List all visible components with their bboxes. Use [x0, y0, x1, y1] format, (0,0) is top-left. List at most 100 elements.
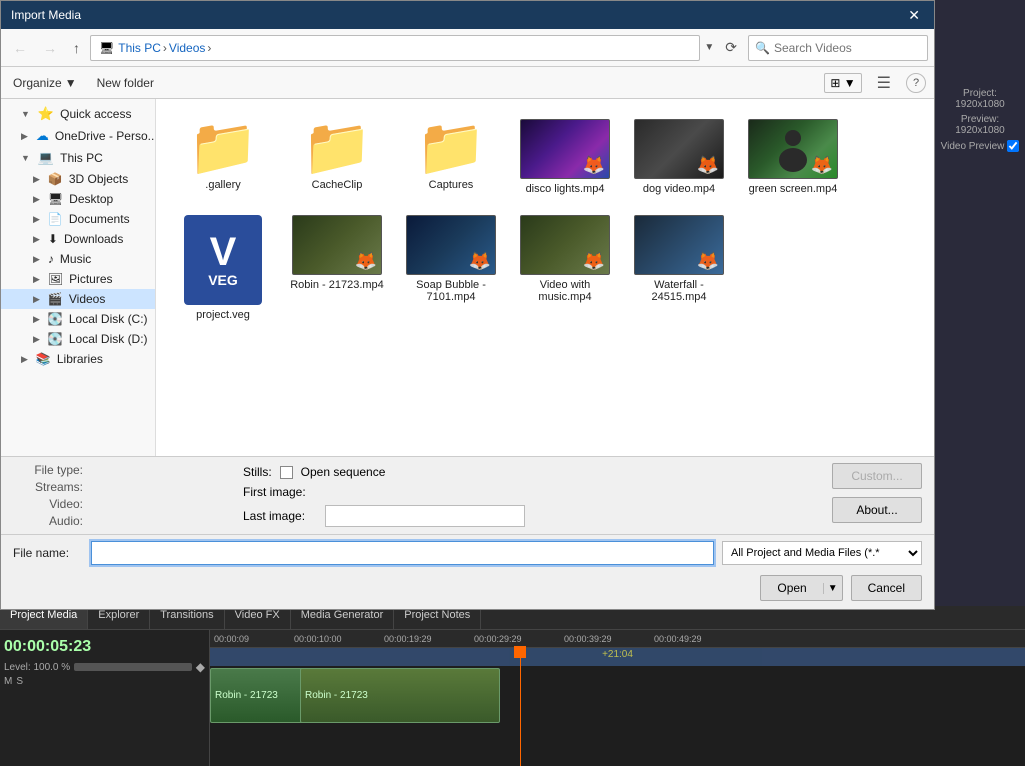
video-thumb: 🦊 — [520, 119, 610, 179]
sidebar-item-this-pc[interactable]: ▼ 💻 This PC — [1, 147, 155, 169]
sidebar-item-music[interactable]: ▶ ♪ Music — [1, 249, 155, 269]
sidebar-item-label: Desktop — [69, 192, 113, 206]
dialog-titlebar: Import Media ✕ — [1, 1, 934, 29]
file-item-gallery[interactable]: 📁 .gallery — [168, 111, 278, 203]
clip-label-1: Robin - 21723 — [211, 688, 282, 703]
quick-access-icon: ⭐ — [38, 106, 54, 122]
sidebar-item-3d-objects[interactable]: ▶ 📦 3D Objects — [1, 169, 155, 189]
sidebar-item-label: Quick access — [60, 107, 131, 121]
this-pc-icon: 💻 — [38, 150, 54, 166]
search-box[interactable]: 🔍 — [748, 35, 928, 61]
view-controls: ⊞ ▼ — [824, 73, 861, 93]
vlc-cone: 🦊 — [811, 155, 833, 176]
open-sequence-label: Open sequence — [301, 465, 386, 479]
path-this-pc: This PC — [118, 41, 161, 55]
file-item-robin[interactable]: 🦊 Robin - 21723.mp4 — [282, 207, 392, 329]
sidebar-item-label: Videos — [69, 292, 105, 306]
file-item-soap[interactable]: 🦊 Soap Bubble - 7101.mp4 — [396, 207, 506, 329]
sidebar-item-label: Local Disk (D:) — [69, 332, 148, 346]
disco-thumbnail: 🦊 — [520, 119, 610, 179]
open-dropdown-arrow[interactable]: ▼ — [823, 583, 842, 594]
file-item-captures[interactable]: 📁 Captures — [396, 111, 506, 203]
details-pane-button[interactable]: ☰ — [872, 71, 896, 95]
stills-checkbox[interactable] — [280, 466, 293, 479]
sidebar-item-libraries[interactable]: ▶ 📚 Libraries — [1, 349, 155, 369]
track-clip-2[interactable]: Robin - 21723 — [300, 668, 500, 723]
sidebar-item-label: Libraries — [57, 352, 103, 366]
back-button[interactable]: ← — [7, 37, 33, 59]
video-preview-label: Video Preview — [941, 141, 1005, 152]
file-item-project[interactable]: V VEG project.veg — [168, 207, 278, 329]
file-item-cacheclip[interactable]: 📁 CacheClip — [282, 111, 392, 203]
organize-button[interactable]: Organize ▼ — [9, 74, 81, 92]
file-label: disco lights.mp4 — [526, 183, 605, 195]
refresh-button[interactable]: ⟳ — [718, 36, 744, 59]
clip-label-2: Robin - 21723 — [301, 688, 372, 703]
sidebar-item-label: Pictures — [69, 272, 112, 286]
sidebar-item-desktop[interactable]: ▶ 🖥 Desktop — [1, 189, 155, 209]
video-thumb: 🦊 — [634, 215, 724, 275]
about-button[interactable]: About... — [832, 497, 922, 523]
close-button[interactable]: ✕ — [904, 7, 924, 24]
sidebar-item-local-c[interactable]: ▶ 💽 Local Disk (C:) — [1, 309, 155, 329]
level-row: Level: 100.0 % ◆ — [4, 660, 205, 674]
sidebar-item-local-d[interactable]: ▶ 💽 Local Disk (D:) — [1, 329, 155, 349]
file-type-row: File type: — [13, 463, 213, 477]
file-grid: 📁 .gallery 📁 CacheClip 📁 Captures — [156, 99, 934, 456]
timeline-badge: +21:04 — [602, 649, 633, 660]
sidebar-item-documents[interactable]: ▶ 📄 Documents — [1, 209, 155, 229]
sidebar-item-pictures[interactable]: ▶ 🖼 Pictures — [1, 269, 155, 289]
search-input[interactable] — [774, 41, 914, 55]
folder-thumb: 📁 — [416, 119, 486, 175]
level-label: Level: 100.0 % — [4, 662, 70, 673]
up-button[interactable]: ↑ — [67, 37, 86, 59]
filetype-select[interactable]: All Project and Media Files (*.* — [722, 541, 922, 565]
file-item-disco[interactable]: 🦊 disco lights.mp4 — [510, 111, 620, 203]
video-thumb: 🦊 — [520, 215, 610, 275]
documents-icon: 📄 — [48, 212, 63, 226]
level-slider[interactable] — [74, 663, 192, 671]
file-type-label: File type: — [13, 463, 83, 477]
help-button[interactable]: ? — [906, 73, 926, 93]
video-preview-row: Video Preview — [941, 140, 1020, 152]
last-image-input[interactable] — [325, 505, 525, 527]
sidebar-item-videos[interactable]: ▶ 🎬 Videos — [1, 289, 155, 309]
sidebar: ▼ ⭐ Quick access ▶ ☁ OneDrive - Perso...… — [1, 99, 156, 456]
sidebar-item-downloads[interactable]: ▶ ⬇ Downloads — [1, 229, 155, 249]
playhead-marker — [514, 646, 526, 658]
forward-button[interactable]: → — [37, 37, 63, 59]
import-media-dialog: Import Media ✕ ← → ↑ 🖥 This PC › Videos … — [0, 0, 935, 610]
video-music-thumbnail: 🦊 — [520, 215, 610, 275]
playhead[interactable] — [520, 648, 521, 766]
file-label: dog video.mp4 — [643, 183, 715, 195]
address-bar: ← → ↑ 🖥 This PC › Videos › ▼ ⟳ 🔍 — [1, 29, 934, 67]
video-thumb: 🦊 — [748, 119, 838, 179]
file-item-waterfall[interactable]: 🦊 Waterfall - 24515.mp4 — [624, 207, 734, 329]
open-button-group[interactable]: Open ▼ — [760, 575, 842, 601]
m-label: M — [4, 676, 12, 687]
address-dropdown-button[interactable]: ▼ — [704, 42, 714, 53]
path-videos: Videos — [169, 41, 205, 55]
sidebar-item-label: Music — [60, 252, 91, 266]
view-mode-button[interactable]: ⊞ ▼ — [824, 73, 861, 93]
timecode-display: 00:00:05:23 — [4, 634, 205, 660]
sidebar-item-label: Local Disk (C:) — [69, 312, 148, 326]
custom-button[interactable]: Custom... — [832, 463, 922, 489]
file-item-video-music[interactable]: 🦊 Video with music.mp4 — [510, 207, 620, 329]
video-preview-checkbox[interactable] — [1007, 140, 1019, 152]
preview-info: Preview: 1920x1080 — [939, 114, 1021, 136]
timeline-content: 00:00:05:23 Level: 100.0 % ◆ M S 00:00:0… — [0, 630, 1025, 766]
address-path[interactable]: 🖥 This PC › Videos › — [90, 35, 700, 61]
file-item-green[interactable]: 🦊 green screen.mp4 — [738, 111, 848, 203]
cancel-button[interactable]: Cancel — [851, 575, 922, 601]
first-image-label: First image: — [243, 485, 306, 499]
time-mark-4: 00:00:29:29 — [474, 634, 564, 644]
sidebar-item-quick-access[interactable]: ▼ ⭐ Quick access — [1, 103, 155, 125]
filename-input[interactable] — [91, 541, 714, 565]
sidebar-item-onedrive[interactable]: ▶ ☁ OneDrive - Perso... — [1, 125, 155, 147]
new-folder-button[interactable]: New folder — [91, 74, 160, 92]
time-mark-3: 00:00:19:29 — [384, 634, 474, 644]
file-item-dog[interactable]: 🦊 dog video.mp4 — [624, 111, 734, 203]
onedrive-icon: ☁ — [36, 128, 49, 144]
vlc-cone: 🦊 — [469, 251, 491, 272]
